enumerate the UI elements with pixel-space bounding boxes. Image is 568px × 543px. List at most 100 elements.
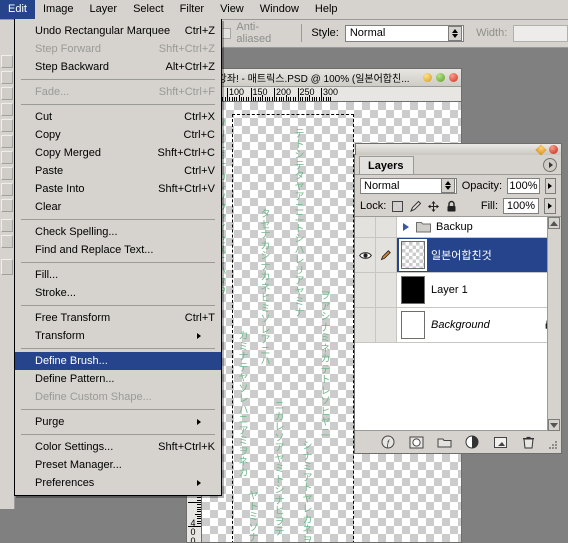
menu-item-paste[interactable]: Paste Ctrl+V [15, 162, 221, 180]
menu-item-copy[interactable]: Copy Ctrl+C [15, 126, 221, 144]
menu-item-label: Define Brush... [35, 355, 108, 367]
palette-close-icon[interactable] [549, 145, 558, 154]
layer-edit-mode-toggle[interactable] [376, 308, 397, 342]
menubar-item-select[interactable]: Select [125, 0, 172, 19]
tool-blur-icon[interactable] [1, 151, 13, 164]
tool-healing-icon[interactable] [1, 103, 13, 116]
menu-item-step-backward[interactable]: Step Backward Alt+Ctrl+Z [15, 58, 221, 76]
layer-edit-mode-toggle[interactable] [376, 217, 397, 237]
all-lock-icon[interactable] [445, 200, 458, 213]
maximize-button[interactable] [436, 73, 445, 82]
menubar-item-layer[interactable]: Layer [82, 0, 126, 19]
palette-menu-icon[interactable] [543, 158, 557, 172]
tool-crop-icon[interactable] [1, 87, 13, 100]
palette-resize-grip[interactable] [548, 440, 559, 451]
scroll-up-icon[interactable] [548, 217, 560, 229]
ruler-tick [313, 97, 315, 101]
menu-item-preset-manager[interactable]: Preset Manager... [15, 456, 221, 474]
opacity-slider-arrow-icon[interactable] [544, 177, 556, 194]
adjustment-layer-icon[interactable] [465, 435, 480, 450]
menu-item-clear[interactable]: Clear [15, 198, 221, 216]
tool-shape-icon[interactable] [1, 199, 13, 212]
menu-item-color-settings[interactable]: Color Settings... Shft+Ctrl+K [15, 438, 221, 456]
layer-edit-mode-toggle[interactable] [376, 273, 397, 307]
tool-stamp-icon[interactable] [1, 119, 13, 132]
fill-value[interactable]: 100% [503, 198, 539, 214]
layer-visibility-toggle[interactable] [355, 308, 376, 342]
scroll-down-icon[interactable] [548, 419, 560, 431]
palette-title-bar[interactable] [355, 143, 562, 156]
anti-aliased-checkbox-box[interactable] [220, 27, 232, 39]
layer-list[interactable]: Backup 일본어합친것 Layer 1 Background [355, 217, 561, 431]
tool-lasso-icon[interactable] [1, 71, 13, 84]
style-spinner-icon[interactable] [448, 25, 463, 41]
width-input[interactable] [513, 24, 568, 42]
menu-item-define-pattern[interactable]: Define Pattern... [15, 370, 221, 388]
layer-row[interactable]: Backup [355, 217, 561, 238]
toolbox-strip[interactable] [0, 47, 15, 509]
paint-lock-icon[interactable] [409, 200, 422, 213]
edit-dropdown-menu[interactable]: Undo Rectangular Marquee Ctrl+Z Step Forwa… [14, 19, 222, 496]
layer-thumbnail[interactable] [401, 276, 425, 304]
tool-hand-icon[interactable] [1, 219, 13, 232]
layer-visibility-toggle[interactable] [355, 273, 376, 307]
style-select[interactable]: Normal [344, 24, 465, 42]
layer-mask-icon[interactable] [409, 435, 424, 450]
menu-item-find-and-replace-text[interactable]: Find and Replace Text... [15, 241, 221, 259]
tool-zoom-icon[interactable] [1, 235, 13, 248]
layer-list-scrollbar[interactable] [547, 217, 561, 431]
tool-type-icon[interactable] [1, 183, 13, 196]
menubar-item-help[interactable]: Help [307, 0, 346, 19]
menubar-item-image[interactable]: Image [35, 0, 82, 19]
layer-row[interactable]: Background [355, 308, 561, 343]
move-lock-icon[interactable] [427, 200, 440, 213]
menu-item-paste-into[interactable]: Paste Into Shft+Ctrl+V [15, 180, 221, 198]
tool-eraser-icon[interactable] [1, 135, 13, 148]
menu-item-free-transform[interactable]: Free Transform Ctrl+T [15, 309, 221, 327]
layer-style-fx-icon[interactable]: f [381, 435, 396, 450]
document-title-bar[interactable]: 마일루강좌! - 매트릭스.PSD @ 100% (일본어합친... [187, 69, 461, 87]
tool-foreground-color-icon[interactable] [1, 259, 13, 275]
menubar-item-edit[interactable]: Edit [0, 0, 35, 19]
palette-minimize-icon[interactable] [535, 143, 547, 156]
fill-slider-arrow-icon[interactable] [544, 198, 556, 214]
tool-marquee-icon[interactable] [1, 55, 13, 68]
close-button[interactable] [449, 73, 458, 82]
anti-aliased-checkbox[interactable]: Anti-aliased [220, 21, 293, 45]
menubar-item-filter[interactable]: Filter [172, 0, 212, 19]
layer-visibility-toggle[interactable] [355, 238, 376, 272]
blend-mode-select[interactable]: Normal [360, 177, 457, 194]
tab-layers[interactable]: Layers [359, 156, 415, 174]
layer-name: Background [431, 319, 490, 331]
menu-item-fill[interactable]: Fill... [15, 266, 221, 284]
menu-item-cut[interactable]: Cut Ctrl+X [15, 108, 221, 126]
ruler-tick [222, 97, 224, 101]
layer-visibility-toggle[interactable] [355, 217, 376, 237]
menu-item-preferences[interactable]: Preferences [15, 474, 221, 492]
tool-path-icon[interactable] [1, 167, 13, 180]
menubar-item-window[interactable]: Window [252, 0, 307, 19]
layer-name: Layer 1 [431, 284, 468, 296]
layer-thumbnail[interactable] [399, 239, 427, 271]
menu-item-define-brush[interactable]: Define Brush... [15, 352, 221, 370]
menubar-item-view[interactable]: View [212, 0, 252, 19]
menu-item-copy-merged[interactable]: Copy Merged Shft+Ctrl+C [15, 144, 221, 162]
menu-item-transform[interactable]: Transform [15, 327, 221, 345]
menu-item-check-spelling[interactable]: Check Spelling... [15, 223, 221, 241]
layer-thumbnail[interactable] [401, 311, 425, 339]
transparency-lock-icon[interactable] [391, 200, 404, 213]
menu-item-stroke[interactable]: Stroke... [15, 284, 221, 302]
layer-row[interactable]: 일본어합친것 [355, 238, 561, 273]
layer-edit-mode-toggle[interactable] [376, 238, 397, 272]
layer-row[interactable]: Layer 1 [355, 273, 561, 308]
blend-mode-spinner-icon[interactable] [440, 178, 455, 193]
new-layer-icon[interactable] [493, 435, 508, 450]
menu-item-purge[interactable]: Purge [15, 413, 221, 431]
delete-layer-icon[interactable] [521, 435, 536, 450]
new-group-icon[interactable] [437, 435, 452, 450]
opacity-value[interactable]: 100% [507, 177, 540, 194]
minimize-button[interactable] [423, 73, 432, 82]
menu-item-undo-rectangular-marquee[interactable]: Undo Rectangular Marquee Ctrl+Z [15, 22, 221, 40]
menu-item-label: Paste Into [35, 183, 85, 195]
group-expand-arrow-icon[interactable] [403, 223, 409, 231]
